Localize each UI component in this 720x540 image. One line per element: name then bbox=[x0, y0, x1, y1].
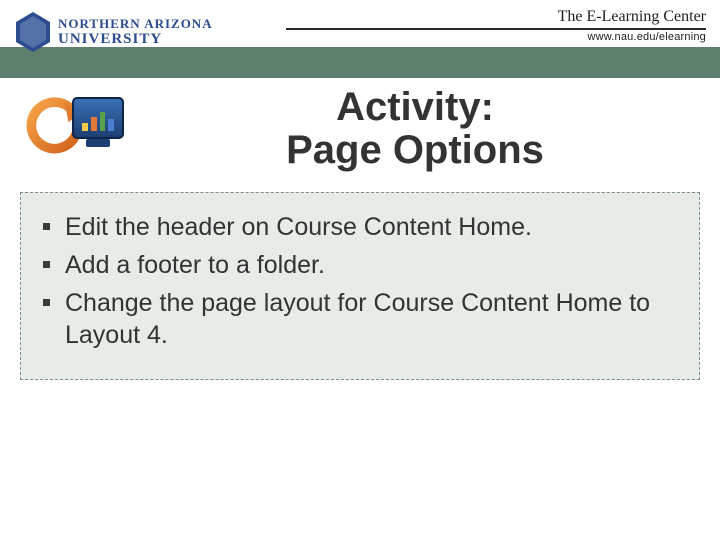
content-box: Edit the header on Course Content Home. … bbox=[20, 192, 700, 380]
slide-title-line1: Activity: bbox=[336, 85, 494, 129]
org-name-line1: NORTHERN ARIZONA bbox=[58, 17, 213, 30]
bullet-list: Edit the header on Course Content Home. … bbox=[43, 211, 677, 351]
center-name: The E-Learning Center bbox=[286, 8, 706, 26]
org-logo: NORTHERN ARIZONA UNIVERSITY bbox=[16, 12, 213, 52]
list-item: Change the page layout for Course Conten… bbox=[43, 287, 677, 351]
header-divider bbox=[286, 28, 706, 30]
activity-icon bbox=[24, 89, 134, 169]
org-name: NORTHERN ARIZONA UNIVERSITY bbox=[58, 17, 213, 47]
slide-title: Activity: Page Options bbox=[134, 86, 696, 172]
list-item: Edit the header on Course Content Home. bbox=[43, 211, 677, 243]
title-row: Activity: Page Options bbox=[0, 78, 720, 178]
monitor-chart-icon bbox=[72, 97, 124, 139]
list-item: Add a footer to a folder. bbox=[43, 249, 677, 281]
org-name-line2: UNIVERSITY bbox=[58, 32, 213, 47]
header-right: The E-Learning Center www.nau.edu/elearn… bbox=[286, 8, 706, 43]
slide-title-line2: Page Options bbox=[286, 128, 544, 172]
site-url: www.nau.edu/elearning bbox=[286, 31, 706, 43]
slide-header: NORTHERN ARIZONA UNIVERSITY The E-Learni… bbox=[0, 0, 720, 78]
nau-shield-icon bbox=[16, 12, 50, 52]
